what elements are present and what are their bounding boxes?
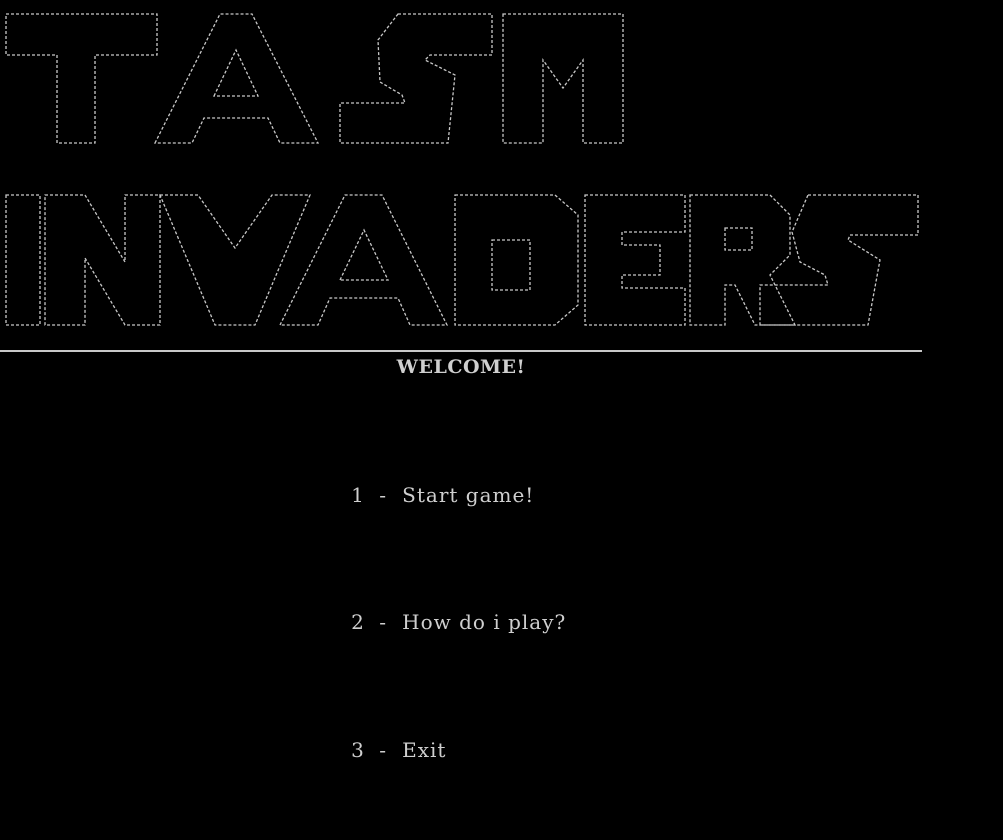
menu-item-separator: - (379, 737, 388, 762)
game-screen: WELCOME! 1- Start game! 2- How do i play? … (0, 0, 1003, 762)
logo-word-invaders (5, 194, 919, 326)
welcome-heading: WELCOME! (396, 356, 526, 378)
menu-item-label: Exit (402, 737, 447, 762)
ascii-logo-art (5, 13, 919, 326)
menu-item-exit[interactable]: 3- Exit (307, 712, 566, 789)
main-menu: 1- Start game! 2- How do i play? 3- Exit (307, 406, 566, 840)
divider-line (0, 350, 922, 352)
menu-item-how-to-play[interactable]: 2- How do i play? (307, 585, 566, 662)
menu-item-start-game[interactable]: 1- Start game! (307, 457, 566, 534)
title-logo (0, 0, 1003, 340)
menu-item-separator: - (379, 482, 388, 507)
menu-item-label: How do i play? (402, 610, 567, 634)
menu-item-key: 1 (351, 482, 365, 507)
menu-item-label: Start game! (402, 482, 535, 507)
menu-item-key: 2 (351, 610, 365, 634)
menu-item-key: 3 (351, 737, 365, 762)
logo-word-tasm (5, 13, 624, 144)
menu-item-separator: - (379, 610, 388, 634)
